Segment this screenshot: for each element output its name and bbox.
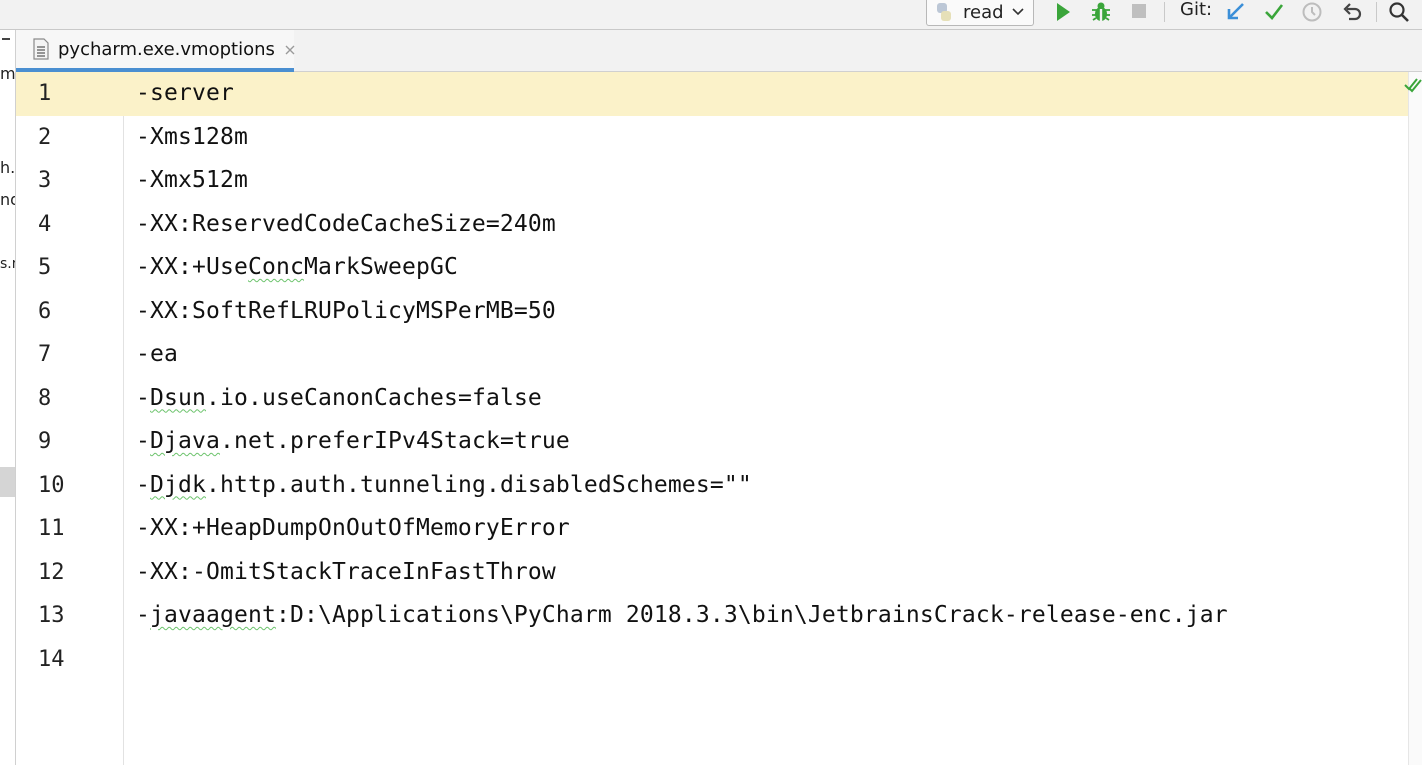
line-number: 5 xyxy=(38,255,52,280)
line-number: 6 xyxy=(38,298,52,324)
code-line[interactable]: 7 -ea xyxy=(16,333,1422,377)
line-number: 7 xyxy=(38,342,52,367)
run-configuration-selector[interactable]: read xyxy=(926,0,1034,26)
update-arrow-icon xyxy=(1227,3,1244,20)
typo-underlined-word: Djdk xyxy=(150,471,206,498)
line-number: 1 xyxy=(38,81,52,106)
code-editor[interactable]: 1 -server 2 -Xms128m 3 -Xmx512m 4 -XX:ReservedC… xyxy=(16,72,1422,765)
typo-underlined-word: Djava xyxy=(150,428,220,454)
typo-underlined-word: Conc xyxy=(247,254,304,280)
code-text[interactable]: -XX:+HeapDumpOnOutOfMemoryError xyxy=(136,507,570,551)
run-button[interactable] xyxy=(1052,0,1074,24)
code-text-segment: - xyxy=(136,602,150,628)
vcs-commit-button[interactable] xyxy=(1262,0,1286,24)
code-text-segment: .http.auth.tunneling.disabledSchemes="" xyxy=(206,471,752,498)
line-number: 3 xyxy=(38,168,52,193)
code-text-segment: .net.preferIPv4Stack=true xyxy=(220,428,570,454)
text-file-icon xyxy=(32,38,50,60)
code-text[interactable]: -ea xyxy=(136,333,178,377)
code-line[interactable]: 2 -Xms128m xyxy=(16,116,1422,160)
git-label: Git: xyxy=(1180,0,1213,20)
undo-icon xyxy=(1343,3,1362,21)
code-text-segment: :D:\Applications\PyCharm 2018.3.3\bin\Je… xyxy=(275,602,1228,628)
minimize-icon[interactable] xyxy=(2,38,10,40)
typo-underlined-word: Dsun xyxy=(150,384,206,411)
code-text[interactable]: -XX:+UseConcMarkSweepGC xyxy=(136,246,458,290)
code-text-segment: - xyxy=(136,471,150,498)
line-number: 12 xyxy=(38,559,65,585)
selected-tree-row[interactable] xyxy=(0,467,15,497)
run-config-label: read xyxy=(963,1,1004,23)
vcs-rollback-button[interactable] xyxy=(1340,0,1364,24)
code-line[interactable]: 4 -XX:ReservedCodeCacheSize=240m xyxy=(16,203,1422,247)
error-stripe xyxy=(1408,72,1422,765)
code-text-segment: - xyxy=(136,384,150,411)
project-tool-window: m h. nd s.n xyxy=(0,30,16,765)
line-number: 4 xyxy=(38,211,52,237)
project-tree-item[interactable]: s.n xyxy=(0,255,15,273)
code-text-segment: - xyxy=(136,428,150,454)
code-line[interactable]: 13 -javaagent:D:\Applications\PyCharm 201… xyxy=(16,594,1422,638)
search-everywhere-button[interactable] xyxy=(1386,0,1412,24)
code-line[interactable]: 5 -XX:+UseConcMarkSweepGC xyxy=(16,246,1422,290)
no-problems-check-icon xyxy=(1404,76,1422,94)
debug-button[interactable] xyxy=(1089,0,1113,24)
search-icon xyxy=(1389,2,1409,22)
code-line[interactable]: 10 -Djdk.http.auth.tunneling.disabledSche… xyxy=(16,464,1422,508)
code-text[interactable]: -Xms128m xyxy=(136,116,248,160)
code-text[interactable]: -XX:SoftRefLRUPolicyMSPerMB=50 xyxy=(136,290,556,334)
code-text[interactable]: -Djdk.http.auth.tunneling.disabledScheme… xyxy=(136,464,752,508)
code-text[interactable]: -XX:-OmitStackTraceInFastThrow xyxy=(136,551,556,595)
code-text-segment: -XX:+Use xyxy=(136,254,248,280)
vcs-update-button[interactable] xyxy=(1224,0,1248,24)
code-line[interactable]: 8 -Dsun.io.useCanonCaches=false xyxy=(16,377,1422,421)
editor-tab-vmoptions[interactable]: pycharm.exe.vmoptions xyxy=(16,30,297,72)
typo-underlined-word: javaagent xyxy=(150,602,276,628)
code-line[interactable]: 12 -XX:-OmitStackTraceInFastThrow xyxy=(16,551,1422,595)
editor-tab-bar: pycharm.exe.vmoptions xyxy=(16,30,1422,72)
main-toolbar: read Git: xyxy=(0,0,1422,30)
tab-label: pycharm.exe.vmoptions xyxy=(58,38,275,60)
project-tree-item[interactable]: h. xyxy=(0,159,15,177)
code-text[interactable]: -javaagent:D:\Applications\PyCharm 2018.… xyxy=(136,594,1228,638)
clock-icon xyxy=(1302,2,1322,22)
project-tree-item[interactable]: m xyxy=(0,65,15,83)
run-icon xyxy=(1057,3,1070,21)
close-icon[interactable] xyxy=(283,42,297,56)
code-text[interactable]: -Xmx512m xyxy=(136,159,248,203)
code-line[interactable]: 6 -XX:SoftRefLRUPolicyMSPerMB=50 xyxy=(16,290,1422,334)
code-line[interactable]: 1 -server xyxy=(16,72,1422,116)
code-text[interactable]: -Dsun.io.useCanonCaches=false xyxy=(136,377,542,421)
code-text[interactable]: -XX:ReservedCodeCacheSize=240m xyxy=(136,203,556,247)
line-number: 13 xyxy=(38,603,65,628)
vcs-history-button[interactable] xyxy=(1300,0,1324,24)
code-text-segment: MarkSweepGC xyxy=(303,254,458,280)
line-number: 14 xyxy=(38,646,65,672)
project-tree-item[interactable]: nd xyxy=(0,191,15,209)
toolbar-separator xyxy=(1376,2,1377,22)
line-number: 9 xyxy=(38,429,52,454)
code-text[interactable]: -server xyxy=(136,72,234,116)
code-line[interactable]: 11 -XX:+HeapDumpOnOutOfMemoryError xyxy=(16,507,1422,551)
bug-icon xyxy=(1092,2,1110,21)
code-text-segment: .io.useCanonCaches=false xyxy=(206,384,542,411)
code-line[interactable]: 14 xyxy=(16,638,1422,682)
stop-icon xyxy=(1132,4,1146,18)
stop-button[interactable] xyxy=(1128,0,1150,24)
code-text[interactable]: -Djava.net.preferIPv4Stack=true xyxy=(136,420,570,464)
line-number: 10 xyxy=(38,472,65,498)
line-number: 8 xyxy=(38,385,52,411)
code-line[interactable]: 9 -Djava.net.preferIPv4Stack=true xyxy=(16,420,1422,464)
python-icon xyxy=(933,2,955,24)
chevron-down-icon xyxy=(1011,4,1025,23)
line-number: 2 xyxy=(38,124,52,150)
code-line[interactable]: 3 -Xmx512m xyxy=(16,159,1422,203)
line-number: 11 xyxy=(38,516,65,541)
toolbar-separator xyxy=(1164,2,1165,22)
check-icon xyxy=(1265,4,1284,20)
